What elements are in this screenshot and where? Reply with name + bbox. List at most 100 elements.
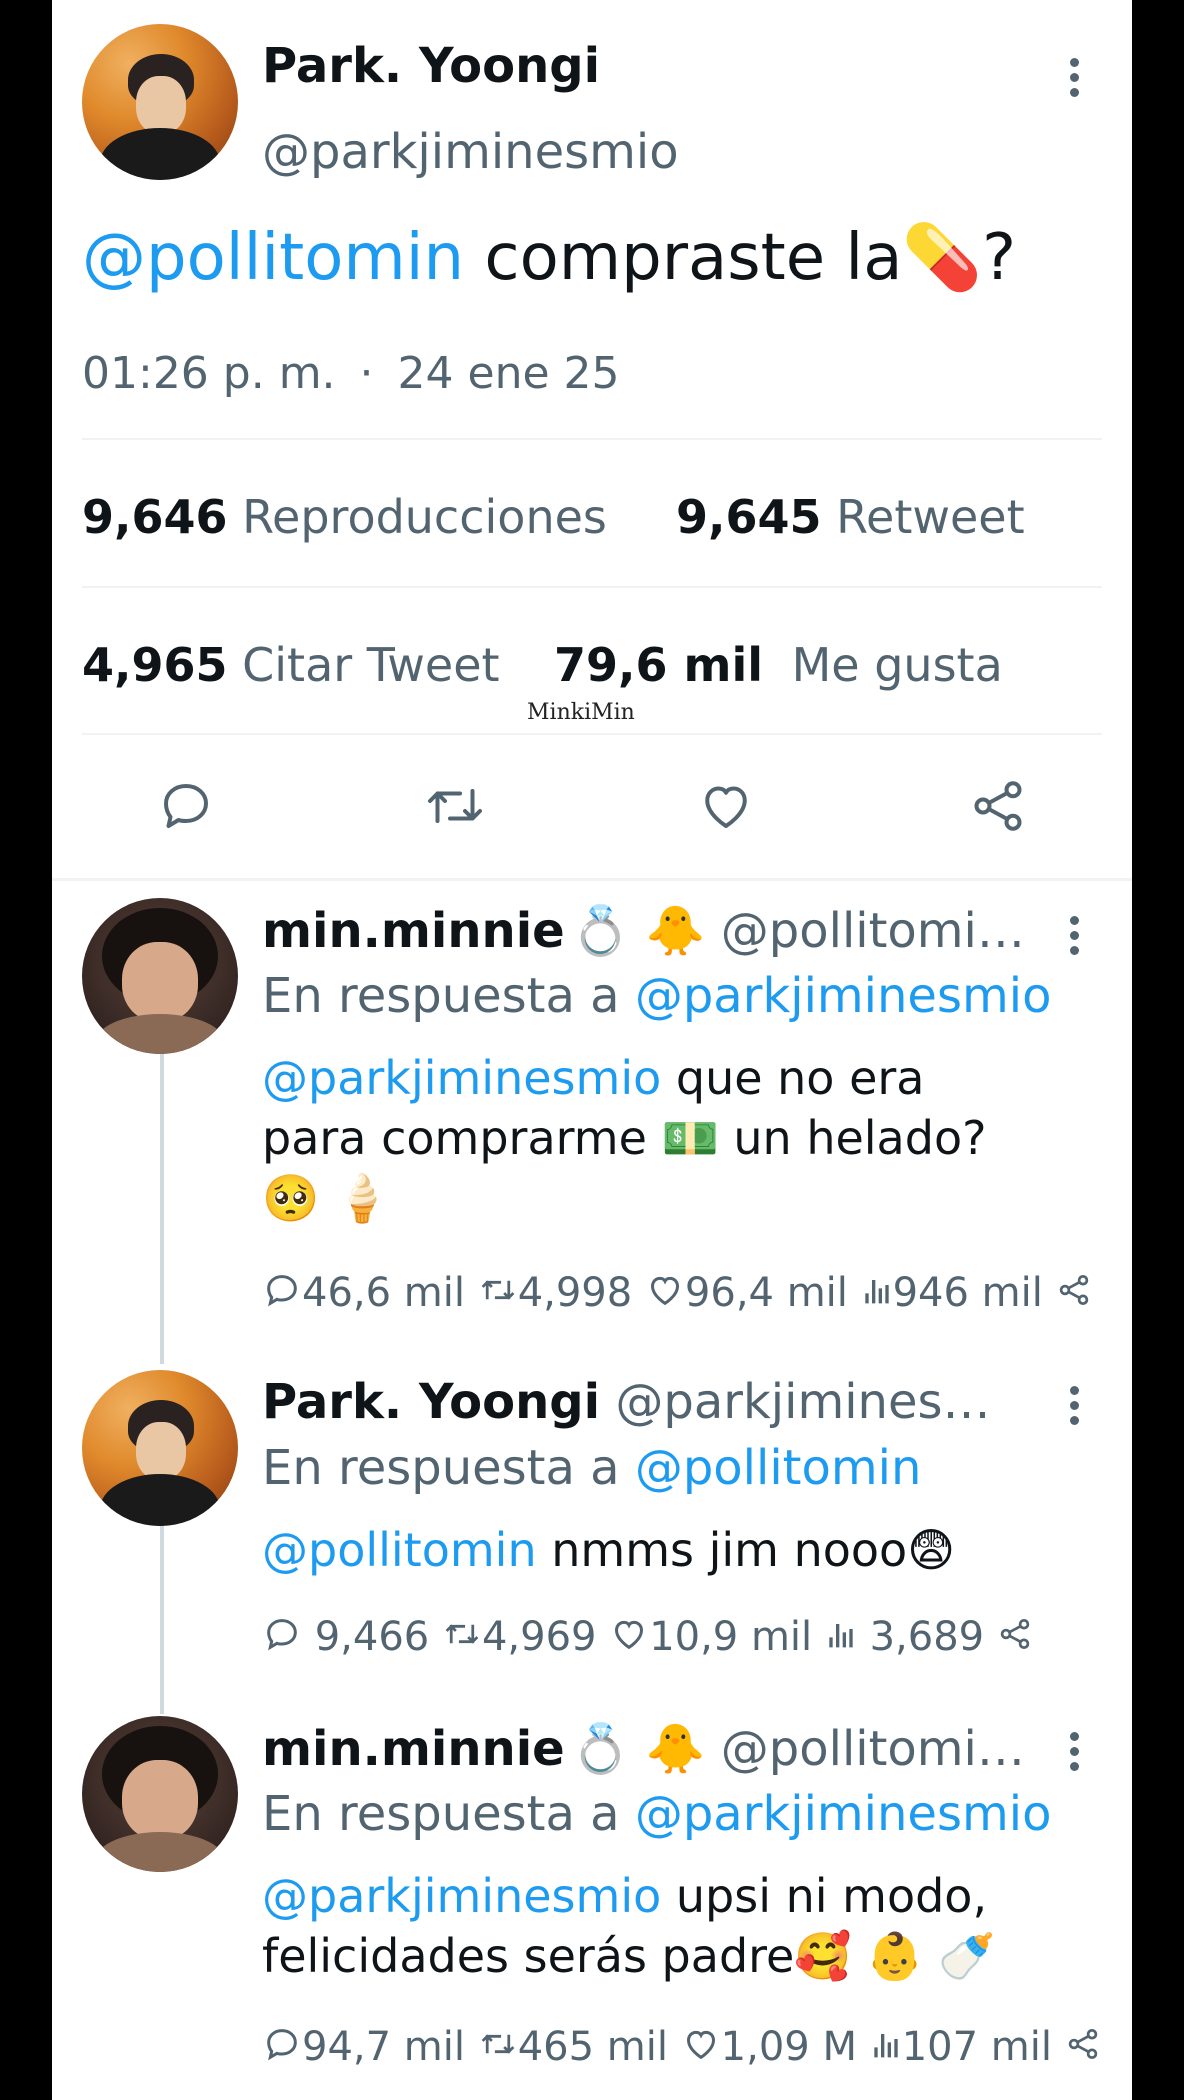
retweet-icon[interactable]	[478, 1270, 518, 1320]
like-count: 1,09 M	[720, 2024, 857, 2070]
view-count: 3,689	[869, 1614, 985, 1660]
views-count: 9,646	[82, 490, 228, 544]
reply-author-handle[interactable]: @pollitomi…	[721, 903, 1025, 959]
more-options-icon[interactable]	[1070, 916, 1080, 961]
divider	[82, 586, 1102, 588]
reply-line: para comprarme 💵 un helado?	[262, 1111, 987, 1165]
replying-to: En respuesta a @parkjiminesmio	[262, 968, 1051, 1024]
views-icon[interactable]	[870, 2024, 902, 2074]
retweet-icon[interactable]	[478, 2024, 518, 2074]
reply-author-handle[interactable]: @pollitomi…	[721, 1721, 1025, 1777]
like-icon[interactable]	[681, 2024, 721, 2074]
likes-label: Me gusta	[791, 638, 1003, 692]
reply-count: 9,466	[314, 1614, 430, 1660]
pill-emoji: 💊	[902, 221, 983, 295]
like-count: 10,9 mil	[649, 1614, 813, 1660]
reply-line: upsi ni modo,	[661, 1869, 988, 1923]
reply-line: felicidades serás padre🥰 👶 🍼	[262, 1929, 996, 1983]
reply-icon[interactable]	[262, 2024, 302, 2074]
retweets-count: 9,645	[676, 490, 822, 544]
view-count: 946 mil	[892, 1270, 1043, 1316]
reply-text: @pollitomin nmms jim nooo😨	[262, 1520, 955, 1580]
reply-icon[interactable]	[262, 1270, 302, 1320]
tweet-body: compraste la	[464, 221, 903, 295]
more-options-icon[interactable]	[1070, 58, 1080, 103]
likes-count: 79,6 mil	[554, 638, 763, 692]
more-options-icon[interactable]	[1070, 1386, 1080, 1431]
replying-to-label: En respuesta a	[262, 1440, 620, 1496]
share-icon[interactable]	[997, 1614, 1033, 1664]
tweet-timestamp: 01:26 p. m. · 24 ene 25	[82, 348, 620, 399]
retweet-count: 465 mil	[517, 2024, 668, 2070]
reply-text: @parkjiminesmio que no era para comprarm…	[262, 1048, 987, 1228]
retweets-label: Retweet	[836, 490, 1025, 544]
tweet-date: 24 ene 25	[397, 348, 620, 399]
reply-author-handle[interactable]: @parkjimines…	[615, 1374, 990, 1430]
more-options-icon[interactable]	[1070, 1732, 1080, 1777]
reply-mention[interactable]: @parkjiminesmio	[262, 1051, 661, 1105]
quotes-count: 4,965	[82, 638, 228, 692]
retweet-icon[interactable]	[442, 1614, 482, 1664]
author-name[interactable]: Park. Yoongi	[262, 38, 600, 94]
replying-to: En respuesta a @pollitomin	[262, 1440, 921, 1496]
reply-mention[interactable]: @parkjiminesmio	[262, 1869, 661, 1923]
reply-avatar[interactable]	[82, 1370, 238, 1526]
tweet-time: 01:26 p. m.	[82, 348, 336, 399]
replying-to-handle[interactable]: @parkjiminesmio	[635, 1786, 1052, 1842]
retweet-count: 4,969	[481, 1614, 597, 1660]
name-emoji: 💍 🐥	[570, 1721, 706, 1777]
view-count: 107 mil	[901, 2024, 1052, 2070]
reply-author-name[interactable]: min.minnie	[262, 903, 565, 959]
watermark: MinkiMin	[527, 700, 635, 725]
reply-author-name[interactable]: min.minnie	[262, 1721, 565, 1777]
thread-line	[160, 1524, 164, 1714]
reply-mention[interactable]: @pollitomin	[262, 1523, 537, 1577]
reply-avatar[interactable]	[82, 898, 238, 1054]
reply-icon[interactable]	[262, 1614, 302, 1664]
reply-author-name[interactable]: Park. Yoongi	[262, 1374, 600, 1430]
like-icon[interactable]	[609, 1614, 649, 1664]
reply-line: 🥺 🍦	[262, 1171, 392, 1225]
author-avatar[interactable]	[82, 24, 238, 180]
tweet-body-end: ?	[982, 221, 1017, 295]
share-icon[interactable]	[968, 776, 1028, 836]
replying-to-handle[interactable]: @pollitomin	[635, 1440, 922, 1496]
reply-text: @parkjiminesmio upsi ni modo, felicidade…	[262, 1866, 995, 1986]
likes-stat[interactable]: 79,6 mil Me gusta	[554, 638, 1003, 692]
reply-header: min.minnie 💍 🐥 @pollitomi…	[262, 1720, 1025, 1777]
quotes-stat[interactable]: 4,965 Citar Tweet	[82, 638, 500, 692]
divider	[82, 438, 1102, 440]
like-icon[interactable]	[645, 1270, 685, 1320]
views-icon[interactable]	[825, 1614, 857, 1664]
reply-avatar[interactable]	[82, 1716, 238, 1872]
reply-stats: 46,6 mil 4,998 96,4 mil 946 mil	[262, 1270, 1092, 1320]
tweet-text: @pollitomin compraste la💊?	[82, 220, 1016, 295]
reply-stats: 9,466 4,969 10,9 mil 3,689	[262, 1614, 1033, 1664]
reply-icon[interactable]	[156, 776, 216, 836]
replying-to-handle[interactable]: @parkjiminesmio	[635, 968, 1052, 1024]
tweet-mention[interactable]: @pollitomin	[82, 221, 464, 295]
like-count: 96,4 mil	[684, 1270, 848, 1316]
retweet-icon[interactable]	[422, 776, 488, 836]
reply-header: Park. Yoongi @parkjimines…	[262, 1374, 991, 1430]
replying-to-label: En respuesta a	[262, 1786, 620, 1842]
reply-header: min.minnie 💍 🐥 @pollitomi…	[262, 902, 1025, 959]
replying-to-label: En respuesta a	[262, 968, 620, 1024]
meta-separator: ·	[359, 348, 374, 399]
tweet-detail-page: Park. Yoongi @parkjiminesmio @pollitomin…	[52, 0, 1132, 2100]
reply-count: 46,6 mil	[302, 1270, 465, 1316]
retweets-stat[interactable]: 9,645 Retweet	[676, 490, 1025, 544]
divider	[82, 733, 1102, 735]
section-divider	[52, 878, 1132, 881]
share-icon[interactable]	[1056, 1270, 1092, 1320]
author-handle[interactable]: @parkjiminesmio	[262, 124, 679, 180]
reply-count: 94,7 mil	[302, 2024, 465, 2070]
views-icon[interactable]	[861, 1270, 893, 1320]
reply-line: que no era	[661, 1051, 925, 1105]
like-icon[interactable]	[696, 776, 756, 836]
share-icon[interactable]	[1065, 2024, 1101, 2074]
views-stat[interactable]: 9,646 Reproducciones	[82, 490, 607, 544]
reply-stats: 94,7 mil 465 mil 1,09 M 107 mil	[262, 2024, 1101, 2074]
replying-to: En respuesta a @parkjiminesmio	[262, 1786, 1051, 1842]
thread-line	[160, 1054, 164, 1364]
